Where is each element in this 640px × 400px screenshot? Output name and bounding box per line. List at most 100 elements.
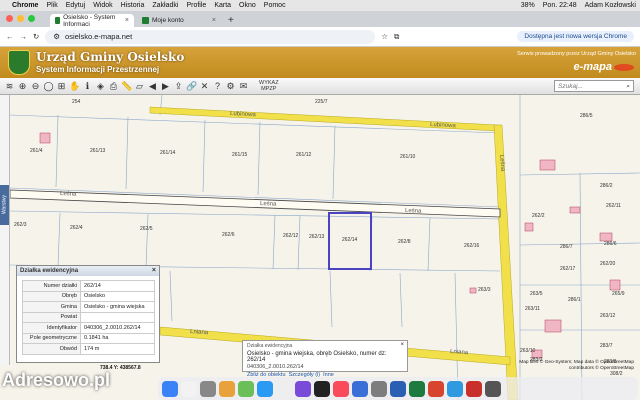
music-icon[interactable] [333, 380, 349, 397]
tab-label: Moje konto [152, 17, 184, 24]
next-view-icon[interactable]: ▶ [160, 81, 171, 92]
clock[interactable]: Pon. 22:48 [543, 2, 577, 9]
settings-icon[interactable]: ⚙ [225, 81, 236, 92]
back-icon[interactable]: ← [6, 32, 14, 41]
parcel-number-label: 262/14 [342, 237, 358, 243]
chrome-update-button[interactable]: Dostępna jest nowa wersja Chrome [517, 31, 634, 42]
parcel-number-label: 263/11 [525, 306, 540, 312]
close-tab-icon[interactable]: × [125, 17, 129, 24]
user-name[interactable]: Adam Kozłowski [585, 2, 636, 9]
close-window-button[interactable] [6, 15, 13, 22]
table-row: Numer działki 262/14 [22, 280, 155, 292]
menu-zakladki[interactable]: Zakładki [152, 2, 178, 9]
parcel-number-label: 286/1 [568, 297, 581, 303]
parcel-info-panel: Działka ewidencyjna × Numer działki 262/14… [16, 265, 160, 363]
tab-osielsko[interactable]: Osielsko - System Informaci × [50, 14, 134, 28]
parcel-number-label: 262/3 [14, 222, 27, 228]
reload-icon[interactable]: ↻ [33, 32, 39, 41]
minimize-window-button[interactable] [17, 15, 24, 22]
parcel-number-label: 262/5 [140, 226, 153, 232]
banner-subtitle: System Informacji Przestrzennej [36, 65, 160, 74]
maps-icon[interactable] [238, 380, 254, 397]
macos-dock [158, 377, 638, 400]
excel-icon[interactable] [409, 380, 425, 397]
parcel-number-label: 261/14 [160, 150, 176, 156]
close-panel-icon[interactable]: × [152, 266, 156, 276]
table-row: Obwód 174 m [22, 343, 155, 355]
close-popup-icon[interactable]: × [400, 342, 404, 348]
word-icon[interactable] [390, 380, 406, 397]
parcel-number-label: 262/2 [532, 213, 545, 219]
parcel-number-label: 283/7 [600, 343, 613, 349]
tab-moje-konto[interactable]: Moje konto × [137, 14, 221, 27]
print-icon[interactable]: ⎙ [108, 81, 119, 92]
site-info-icon[interactable]: ⚙ [53, 32, 60, 41]
menu-okno[interactable]: Okno [239, 2, 256, 9]
zoom-window-button[interactable] [28, 15, 35, 22]
zoom-window-icon[interactable]: ⊞ [56, 81, 67, 92]
measure-area-icon[interactable]: ▱ [134, 81, 145, 92]
wykaz-mpzp-button[interactable]: WYKAZ MPZP [259, 80, 279, 92]
info-icon[interactable]: ℹ [82, 81, 93, 92]
parcel-number-label: 225/7 [315, 99, 328, 105]
app-store-icon[interactable] [352, 380, 368, 397]
menu-pomoc[interactable]: Pomoc [264, 2, 286, 9]
measure-distance-icon[interactable]: 📏 [121, 81, 132, 92]
zoom-out-icon[interactable]: ⊖ [30, 81, 41, 92]
map-attribution: Map tiles © Geo-System; Map data © OpenS… [519, 360, 634, 371]
menu-widok[interactable]: Widok [93, 2, 112, 9]
bookmark-star-icon[interactable]: ☆ [381, 32, 388, 41]
trash-icon[interactable] [485, 380, 501, 397]
notes-icon[interactable] [200, 380, 216, 397]
battery-status[interactable]: 38% [521, 2, 535, 9]
messages-icon[interactable] [447, 380, 463, 397]
acrobat-icon[interactable] [466, 380, 482, 397]
podcasts-icon[interactable] [295, 380, 311, 397]
extensions-icon[interactable]: ⧉ [394, 32, 399, 42]
select-icon[interactable]: ◈ [95, 81, 106, 92]
parcel-number-label: 262/8 [398, 239, 411, 245]
forward-icon[interactable]: → [20, 32, 28, 41]
search-input[interactable]: Szukaj... ⌕ [554, 80, 634, 92]
powerpoint-icon[interactable] [428, 380, 444, 397]
search-icon[interactable]: ⌕ [626, 81, 630, 92]
pan-hand-icon[interactable]: ✋ [69, 81, 80, 92]
finder-icon[interactable] [162, 380, 178, 397]
table-row: Identyfikator 040306_2.0010.262/14 [22, 322, 155, 334]
street-label-lesna-3: Leśna [405, 208, 422, 215]
site-favicon-icon [142, 17, 149, 24]
help-icon[interactable]: ? [212, 81, 223, 92]
clear-icon[interactable]: ✕ [199, 81, 210, 92]
layers-icon[interactable]: ≋ [4, 81, 15, 92]
street-label-lubinowa-2: Lubinowa [430, 122, 457, 129]
chrome-icon[interactable] [276, 380, 292, 397]
menu-profile[interactable]: Profile [186, 2, 206, 9]
table-row: Pole geometryczne 0.1841 ha [22, 332, 155, 344]
layers-panel-tab[interactable]: Warstwy [0, 185, 9, 225]
site-favicon-icon [55, 17, 61, 24]
zoom-in-icon[interactable]: ⊕ [17, 81, 28, 92]
menu-karta[interactable]: Karta [214, 2, 231, 9]
new-tab-button[interactable]: + [224, 14, 238, 27]
menu-historia[interactable]: Historia [121, 2, 145, 9]
export-icon[interactable]: ⇪ [173, 81, 184, 92]
menu-app-name[interactable]: Chrome [12, 2, 38, 9]
settings-app-icon[interactable] [371, 380, 387, 397]
link-icon[interactable]: 🔗 [186, 81, 197, 92]
emapa-logo: e-mapa [573, 61, 634, 73]
parcel-number-label: 262/12 [283, 233, 299, 239]
photos-icon[interactable] [219, 380, 235, 397]
site-banner: Urząd Gminy Osielsko System Informacji P… [0, 47, 640, 78]
appletv-icon[interactable] [314, 380, 330, 397]
zoom-extent-icon[interactable]: ◯ [43, 81, 54, 92]
previous-view-icon[interactable]: ◀ [147, 81, 158, 92]
close-tab-icon[interactable]: × [212, 17, 216, 24]
parcel-number-label: 286/7 [560, 244, 573, 250]
safari-icon[interactable] [257, 380, 273, 397]
url-field[interactable]: ⚙ osielsko.e-mapa.net [45, 29, 376, 44]
calendar-icon[interactable] [181, 380, 197, 397]
parcel-number-label: 261/4 [30, 148, 43, 154]
share-icon[interactable]: ✉ [238, 81, 249, 92]
menu-edytuj[interactable]: Edytuj [66, 2, 85, 9]
menu-plik[interactable]: Plik [46, 2, 57, 9]
